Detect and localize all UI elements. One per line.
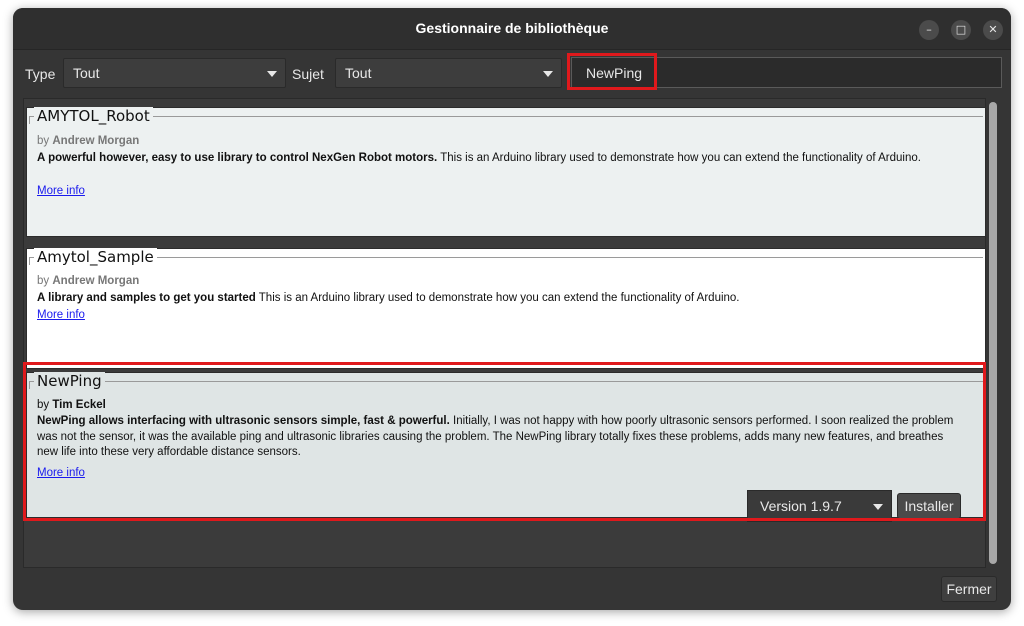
type-label: Type [25,66,56,82]
library-author-line: by Tim Eckel [37,399,106,411]
library-author: Andrew Morgan [52,275,140,287]
library-author-line: by Andrew Morgan [37,275,139,287]
chevron-down-icon [873,504,883,510]
library-card-amytol-robot[interactable]: AMYTOL_Robot by Andrew Morgan A powerful… [26,107,986,237]
subject-select[interactable]: Tout [335,58,562,88]
card-border-tick [29,116,30,124]
card-border-line [29,381,983,382]
by-prefix: by [37,275,50,287]
subject-select-value: Tout [345,65,372,81]
chevron-down-icon [543,71,553,77]
library-name: NewPing [34,372,105,390]
by-prefix: by [37,135,50,147]
library-author: Andrew Morgan [52,135,140,147]
library-author: Tim Eckel [52,399,106,411]
version-select-value: Version 1.9.7 [760,498,842,514]
library-details: This is an Arduino library used to demon… [258,292,740,304]
subject-label: Sujet [292,66,324,82]
more-info-link[interactable]: More info [37,185,85,197]
card-border-tick [29,381,30,389]
library-card-newping[interactable]: NewPing by Tim Eckel NewPing allows inte… [26,372,986,522]
by-prefix: by [37,399,50,411]
library-description: A powerful however, easy to use library … [37,151,967,167]
library-summary: A library and samples to get you started [37,292,256,304]
library-name: AMYTOL_Robot [34,107,153,125]
library-name: Amytol_Sample [34,248,157,266]
search-input[interactable] [586,63,986,83]
card-border-tick [29,257,30,265]
chevron-down-icon [267,71,277,77]
window-title: Gestionnaire de bibliothèque [415,20,609,36]
card-border-line [29,257,983,258]
scrollbar[interactable] [989,102,997,564]
install-button[interactable]: Installer [897,493,961,519]
more-info-link[interactable]: More info [37,467,85,479]
library-author-line: by Andrew Morgan [37,135,139,147]
more-info-link[interactable]: More info [37,309,85,321]
library-summary: NewPing allows interfacing with ultrason… [37,415,450,427]
card-border-line [29,116,983,117]
library-description: A library and samples to get you started… [37,291,967,307]
close-icon[interactable]: ✕ [983,20,1003,40]
maximize-icon[interactable]: □ [951,20,971,40]
type-select-value: Tout [73,65,100,81]
close-button[interactable]: Fermer [941,576,997,602]
library-manager-window: Gestionnaire de bibliothèque – □ ✕ Type … [13,8,1011,610]
library-description: NewPing allows interfacing with ultrason… [37,414,967,461]
version-select[interactable]: Version 1.9.7 [747,490,892,522]
minimize-icon[interactable]: – [919,20,939,40]
library-details: This is an Arduino library used to demon… [440,152,921,164]
library-card-amytol-sample[interactable]: Amytol_Sample by Andrew Morgan A library… [26,248,986,369]
library-summary: A powerful however, easy to use library … [37,152,438,164]
type-select[interactable]: Tout [63,58,286,88]
search-field[interactable] [571,57,1002,88]
titlebar: Gestionnaire de bibliothèque – □ ✕ [13,8,1011,50]
